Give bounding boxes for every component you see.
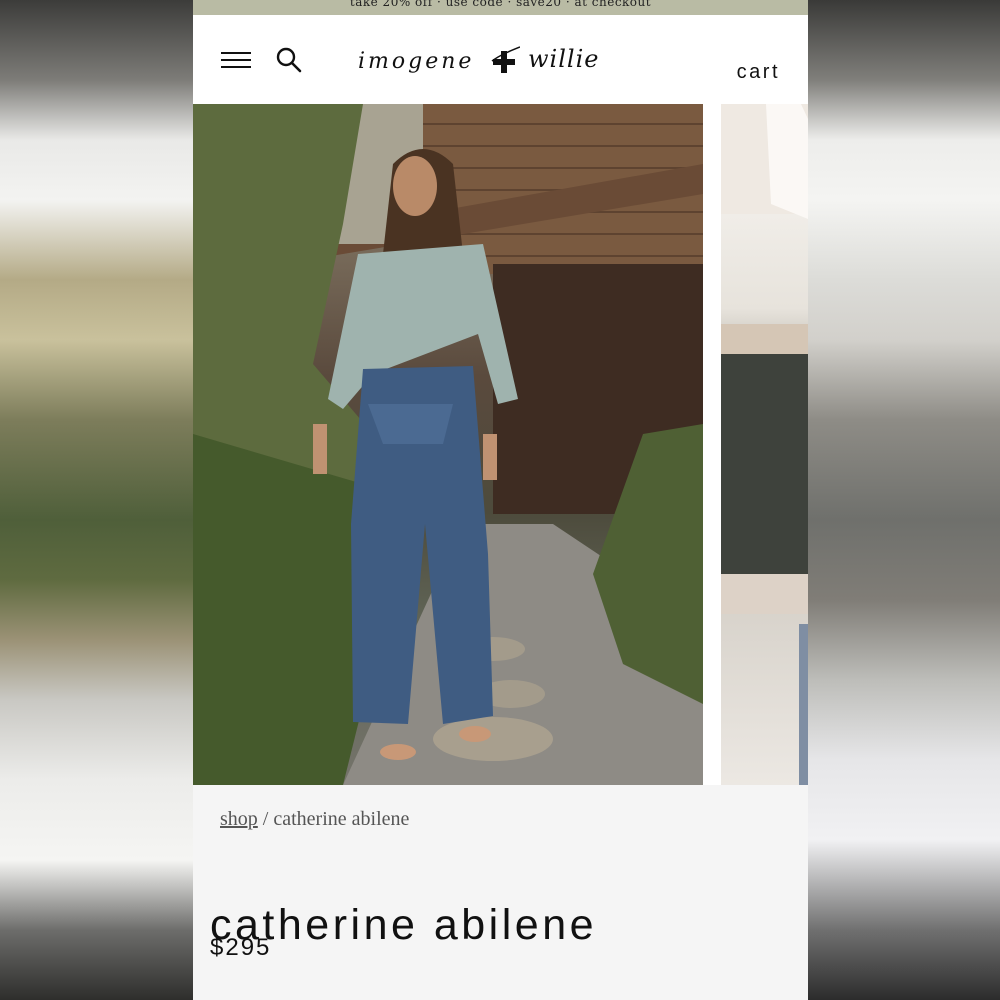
search-icon[interactable] [275, 46, 303, 74]
plus-logo-icon [491, 46, 520, 73]
logo-word-left: imogene [358, 49, 475, 74]
product-gallery[interactable] [193, 104, 808, 785]
promo-text: take 20% off · use code · save20 · at ch… [349, 0, 652, 9]
logo-word-right: willie [528, 45, 600, 73]
breadcrumb-separator: / [262, 808, 269, 830]
menu-icon[interactable] [221, 52, 251, 72]
product-photo-next[interactable] [721, 104, 808, 785]
blurred-background-left [0, 0, 193, 1000]
product-photo-main[interactable] [193, 104, 703, 785]
mobile-page: take 20% off · use code · save20 · at ch… [193, 0, 808, 1000]
breadcrumb-current: catherine abilene [273, 808, 410, 830]
blurred-background-right [808, 0, 1000, 1000]
promo-banner[interactable]: take 20% off · use code · save20 · at ch… [193, 0, 808, 15]
brand-logo[interactable]: imogene willie [358, 39, 643, 83]
site-header: imogene willie cart [193, 15, 808, 104]
product-price: $295 [210, 934, 272, 961]
breadcrumb: shop / catherine abilene [220, 808, 409, 831]
breadcrumb-shop-link[interactable]: shop [220, 808, 258, 830]
cart-link[interactable]: cart [737, 61, 780, 84]
